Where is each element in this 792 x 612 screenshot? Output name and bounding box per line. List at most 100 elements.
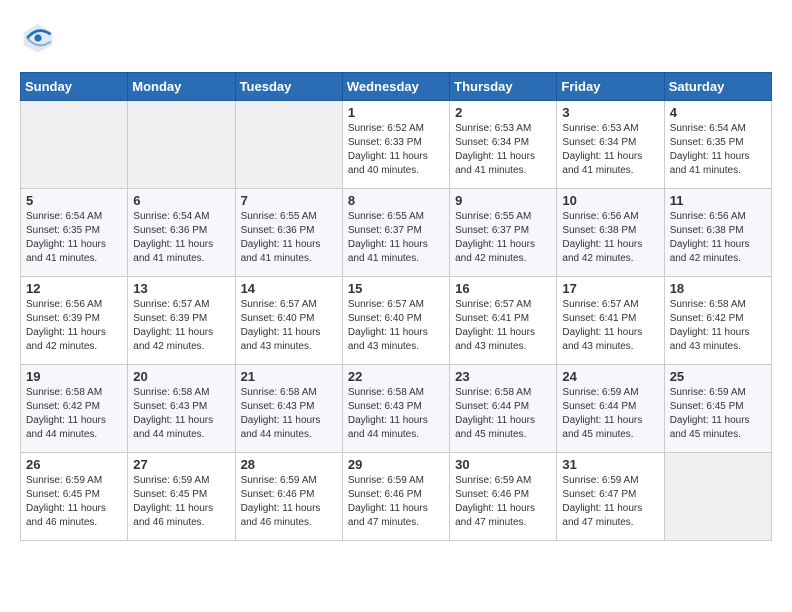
calendar-cell: 19 Sunrise: 6:58 AM Sunset: 6:42 PM Dayli… xyxy=(21,365,128,453)
calendar-cell: 28 Sunrise: 6:59 AM Sunset: 6:46 PM Dayli… xyxy=(235,453,342,541)
cell-info: Sunrise: 6:58 AM Sunset: 6:43 PM Dayligh… xyxy=(241,386,337,442)
day-number: 24 xyxy=(562,369,658,384)
day-number: 18 xyxy=(670,281,766,296)
cell-info: Sunrise: 6:59 AM Sunset: 6:46 PM Dayligh… xyxy=(241,474,337,530)
calendar-cell: 13 Sunrise: 6:57 AM Sunset: 6:39 PM Dayli… xyxy=(128,277,235,365)
day-number: 5 xyxy=(26,193,122,208)
calendar-cell: 4 Sunrise: 6:54 AM Sunset: 6:35 PM Daylig… xyxy=(664,101,771,189)
calendar-cell: 26 Sunrise: 6:59 AM Sunset: 6:45 PM Dayli… xyxy=(21,453,128,541)
cell-info: Sunrise: 6:56 AM Sunset: 6:39 PM Dayligh… xyxy=(26,298,122,354)
day-number: 30 xyxy=(455,457,551,472)
calendar-cell: 29 Sunrise: 6:59 AM Sunset: 6:46 PM Dayli… xyxy=(342,453,449,541)
day-number: 31 xyxy=(562,457,658,472)
calendar-cell: 7 Sunrise: 6:55 AM Sunset: 6:36 PM Daylig… xyxy=(235,189,342,277)
calendar-cell: 17 Sunrise: 6:57 AM Sunset: 6:41 PM Dayli… xyxy=(557,277,664,365)
calendar-cell: 31 Sunrise: 6:59 AM Sunset: 6:47 PM Dayli… xyxy=(557,453,664,541)
logo-icon xyxy=(20,20,56,56)
cell-info: Sunrise: 6:58 AM Sunset: 6:42 PM Dayligh… xyxy=(670,298,766,354)
calendar-cell xyxy=(235,101,342,189)
day-number: 29 xyxy=(348,457,444,472)
day-header-sunday: Sunday xyxy=(21,73,128,101)
calendar-cell: 25 Sunrise: 6:59 AM Sunset: 6:45 PM Dayli… xyxy=(664,365,771,453)
calendar-cell: 11 Sunrise: 6:56 AM Sunset: 6:38 PM Dayli… xyxy=(664,189,771,277)
cell-info: Sunrise: 6:54 AM Sunset: 6:35 PM Dayligh… xyxy=(670,122,766,178)
cell-info: Sunrise: 6:58 AM Sunset: 6:43 PM Dayligh… xyxy=(348,386,444,442)
calendar-cell: 10 Sunrise: 6:56 AM Sunset: 6:38 PM Dayli… xyxy=(557,189,664,277)
day-number: 2 xyxy=(455,105,551,120)
day-number: 14 xyxy=(241,281,337,296)
day-number: 23 xyxy=(455,369,551,384)
cell-info: Sunrise: 6:59 AM Sunset: 6:45 PM Dayligh… xyxy=(26,474,122,530)
cell-info: Sunrise: 6:54 AM Sunset: 6:35 PM Dayligh… xyxy=(26,210,122,266)
page-header xyxy=(20,20,772,56)
day-number: 4 xyxy=(670,105,766,120)
cell-info: Sunrise: 6:52 AM Sunset: 6:33 PM Dayligh… xyxy=(348,122,444,178)
day-number: 10 xyxy=(562,193,658,208)
calendar-cell: 22 Sunrise: 6:58 AM Sunset: 6:43 PM Dayli… xyxy=(342,365,449,453)
day-number: 7 xyxy=(241,193,337,208)
day-number: 12 xyxy=(26,281,122,296)
calendar-cell: 30Sunrise: 6:59 AM Sunset: 6:46 PM Dayli… xyxy=(450,453,557,541)
cell-info: Sunrise: 6:56 AM Sunset: 6:38 PM Dayligh… xyxy=(562,210,658,266)
calendar-week-row: 1 Sunrise: 6:52 AM Sunset: 6:33 PM Daylig… xyxy=(21,101,772,189)
day-number: 1 xyxy=(348,105,444,120)
cell-info: Sunrise: 6:55 AM Sunset: 6:37 PM Dayligh… xyxy=(455,210,551,266)
calendar-cell: 3Sunrise: 6:53 AM Sunset: 6:34 PM Daylig… xyxy=(557,101,664,189)
calendar-cell xyxy=(128,101,235,189)
calendar-cell: 20Sunrise: 6:58 AM Sunset: 6:43 PM Dayli… xyxy=(128,365,235,453)
calendar-cell: 12 Sunrise: 6:56 AM Sunset: 6:39 PM Dayli… xyxy=(21,277,128,365)
cell-info: Sunrise: 6:57 AM Sunset: 6:41 PM Dayligh… xyxy=(562,298,658,354)
calendar-cell: 9 Sunrise: 6:55 AM Sunset: 6:37 PM Daylig… xyxy=(450,189,557,277)
calendar-cell: 23Sunrise: 6:58 AM Sunset: 6:44 PM Dayli… xyxy=(450,365,557,453)
day-number: 8 xyxy=(348,193,444,208)
cell-info: Sunrise: 6:55 AM Sunset: 6:36 PM Dayligh… xyxy=(241,210,337,266)
cell-info: Sunrise: 6:55 AM Sunset: 6:37 PM Dayligh… xyxy=(348,210,444,266)
logo xyxy=(20,20,62,56)
calendar-cell: 1 Sunrise: 6:52 AM Sunset: 6:33 PM Daylig… xyxy=(342,101,449,189)
calendar-week-row: 5 Sunrise: 6:54 AM Sunset: 6:35 PM Daylig… xyxy=(21,189,772,277)
calendar-cell: 2 Sunrise: 6:53 AM Sunset: 6:34 PM Daylig… xyxy=(450,101,557,189)
cell-info: Sunrise: 6:57 AM Sunset: 6:40 PM Dayligh… xyxy=(241,298,337,354)
calendar-cell: 14 Sunrise: 6:57 AM Sunset: 6:40 PM Dayli… xyxy=(235,277,342,365)
cell-info: Sunrise: 6:58 AM Sunset: 6:43 PM Dayligh… xyxy=(133,386,229,442)
cell-info: Sunrise: 6:53 AM Sunset: 6:34 PM Dayligh… xyxy=(455,122,551,178)
cell-info: Sunrise: 6:57 AM Sunset: 6:41 PM Dayligh… xyxy=(455,298,551,354)
calendar-week-row: 26 Sunrise: 6:59 AM Sunset: 6:45 PM Dayli… xyxy=(21,453,772,541)
cell-info: Sunrise: 6:59 AM Sunset: 6:45 PM Dayligh… xyxy=(133,474,229,530)
day-header-tuesday: Tuesday xyxy=(235,73,342,101)
day-number: 22 xyxy=(348,369,444,384)
cell-info: Sunrise: 6:59 AM Sunset: 6:44 PM Dayligh… xyxy=(562,386,658,442)
day-number: 13 xyxy=(133,281,229,296)
cell-info: Sunrise: 6:59 AM Sunset: 6:47 PM Dayligh… xyxy=(562,474,658,530)
day-number: 15 xyxy=(348,281,444,296)
day-number: 9 xyxy=(455,193,551,208)
day-number: 17 xyxy=(562,281,658,296)
day-header-wednesday: Wednesday xyxy=(342,73,449,101)
calendar-cell: 16 Sunrise: 6:57 AM Sunset: 6:41 PM Dayli… xyxy=(450,277,557,365)
day-header-saturday: Saturday xyxy=(664,73,771,101)
calendar-cell xyxy=(21,101,128,189)
calendar-cell: 21 Sunrise: 6:58 AM Sunset: 6:43 PM Dayli… xyxy=(235,365,342,453)
day-number: 27 xyxy=(133,457,229,472)
cell-info: Sunrise: 6:59 AM Sunset: 6:46 PM Dayligh… xyxy=(348,474,444,530)
day-number: 16 xyxy=(455,281,551,296)
cell-info: Sunrise: 6:54 AM Sunset: 6:36 PM Dayligh… xyxy=(133,210,229,266)
calendar-header-row: SundayMondayTuesdayWednesdayThursdayFrid… xyxy=(21,73,772,101)
cell-info: Sunrise: 6:57 AM Sunset: 6:39 PM Dayligh… xyxy=(133,298,229,354)
calendar-cell: 18 Sunrise: 6:58 AM Sunset: 6:42 PM Dayli… xyxy=(664,277,771,365)
calendar-cell: 15Sunrise: 6:57 AM Sunset: 6:40 PM Dayli… xyxy=(342,277,449,365)
day-number: 21 xyxy=(241,369,337,384)
calendar-cell: 5 Sunrise: 6:54 AM Sunset: 6:35 PM Daylig… xyxy=(21,189,128,277)
day-number: 25 xyxy=(670,369,766,384)
cell-info: Sunrise: 6:56 AM Sunset: 6:38 PM Dayligh… xyxy=(670,210,766,266)
cell-info: Sunrise: 6:58 AM Sunset: 6:42 PM Dayligh… xyxy=(26,386,122,442)
day-number: 11 xyxy=(670,193,766,208)
calendar-cell: 27 Sunrise: 6:59 AM Sunset: 6:45 PM Dayli… xyxy=(128,453,235,541)
calendar-cell: 24 Sunrise: 6:59 AM Sunset: 6:44 PM Dayli… xyxy=(557,365,664,453)
cell-info: Sunrise: 6:59 AM Sunset: 6:45 PM Dayligh… xyxy=(670,386,766,442)
day-number: 26 xyxy=(26,457,122,472)
calendar-table: SundayMondayTuesdayWednesdayThursdayFrid… xyxy=(20,72,772,541)
day-number: 28 xyxy=(241,457,337,472)
day-number: 19 xyxy=(26,369,122,384)
calendar-cell xyxy=(664,453,771,541)
